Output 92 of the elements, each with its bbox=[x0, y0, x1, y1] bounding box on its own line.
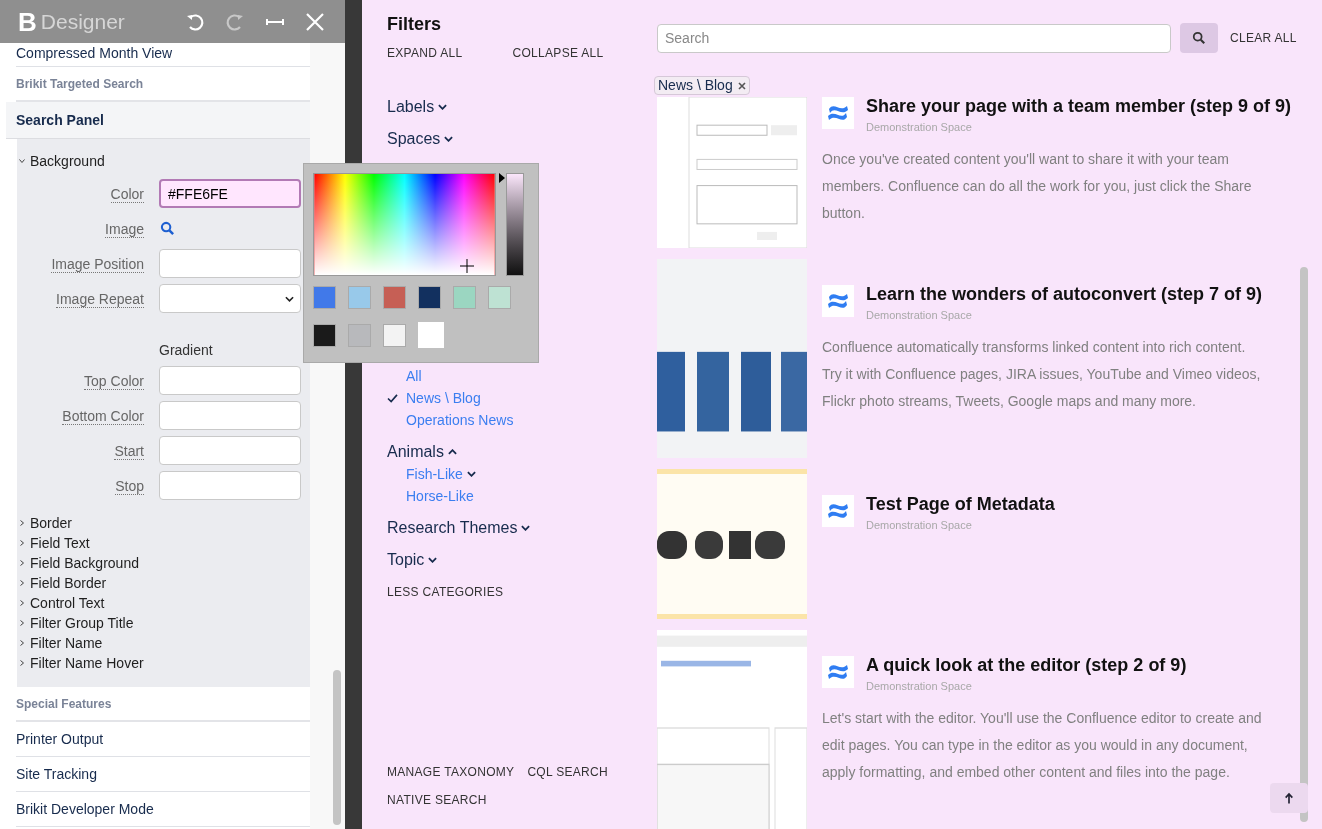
section-heading: Brikit Targeted Search bbox=[16, 75, 144, 93]
input-field[interactable] bbox=[159, 471, 301, 500]
group-toggle[interactable]: Border bbox=[30, 512, 73, 534]
field-label: Image bbox=[105, 220, 144, 238]
subheading: Gradient bbox=[159, 341, 213, 360]
field-label: Stop bbox=[115, 477, 144, 495]
color-field[interactable]: #FFE6FE bbox=[159, 179, 301, 208]
result-title[interactable]: Share your page with a team member (step 9 of 9) bbox=[866, 95, 1292, 117]
color-swatch[interactable] bbox=[453, 286, 476, 309]
footer-link[interactable]: MANAGE TAXONOMY bbox=[387, 763, 515, 781]
space-name: Demonstration Space bbox=[866, 679, 973, 694]
input-field[interactable] bbox=[159, 401, 301, 430]
chevron-down-icon bbox=[521, 525, 531, 531]
color-swatch[interactable] bbox=[383, 324, 406, 347]
field-label: Bottom Color bbox=[62, 407, 144, 425]
result-description: Once you've created content you'll want to share it with your team members. Confluence can do all the work for you, just click the Share button. bbox=[822, 149, 1253, 223]
arrow-up-icon bbox=[1284, 791, 1294, 805]
chevron-up-icon bbox=[447, 449, 457, 455]
logo: B bbox=[18, 8, 37, 35]
color-swatch[interactable] bbox=[418, 322, 444, 348]
group-toggle[interactable]: Control Text bbox=[30, 592, 105, 614]
group-toggle[interactable]: Background bbox=[30, 150, 105, 172]
caret-icon bbox=[285, 295, 294, 302]
input-field[interactable] bbox=[159, 436, 301, 465]
menu-item[interactable]: Printer Output bbox=[16, 728, 104, 750]
search-button[interactable] bbox=[1180, 23, 1218, 53]
search-icon[interactable] bbox=[160, 221, 175, 236]
remove-icon[interactable] bbox=[737, 81, 746, 90]
filter-group-title[interactable]: Topic bbox=[387, 549, 438, 571]
chevron-down-icon bbox=[428, 557, 438, 563]
result-description: Let's start with the editor. You'll use the Confluence editor to create and edit pages. You can type in the editor as you would in any document, apply formatting, and embed other content and files into the page. bbox=[822, 708, 1262, 782]
window-title: Designer bbox=[40, 8, 125, 35]
back-to-top-button[interactable] bbox=[1270, 783, 1308, 813]
space-icon bbox=[822, 97, 854, 129]
section-header[interactable]: Search Panel bbox=[6, 102, 310, 139]
color-gradient-field[interactable] bbox=[313, 173, 496, 276]
field-label: Top Color bbox=[84, 372, 144, 390]
result-description: Confluence automatically transforms linked content into rich content. Try it with Confluence pages, JIRA issues, YouTube and Vimeo videos, Flickr photo streams, Tweets, Google maps and many more. bbox=[822, 337, 1262, 411]
footer-link[interactable]: CQL SEARCH bbox=[527, 763, 608, 781]
color-swatch[interactable] bbox=[418, 286, 441, 309]
field-label: Image Repeat bbox=[56, 290, 144, 308]
clear-all-link[interactable]: CLEAR ALL bbox=[1230, 29, 1297, 47]
space-icon bbox=[822, 656, 854, 688]
space-name: Demonstration Space bbox=[866, 518, 973, 533]
color-swatch[interactable] bbox=[313, 286, 336, 309]
space-icon bbox=[822, 285, 854, 317]
scrollbar-thumb[interactable] bbox=[1300, 267, 1308, 822]
panel-title: Filters bbox=[387, 13, 443, 35]
tag-label: News \ Blog bbox=[658, 76, 733, 95]
color-swatch[interactable] bbox=[383, 286, 406, 309]
dropdown[interactable] bbox=[159, 284, 301, 313]
lightness-slider[interactable] bbox=[499, 173, 524, 276]
color-swatch[interactable] bbox=[348, 286, 371, 309]
group-toggle[interactable]: Field Text bbox=[30, 532, 90, 554]
menu-item[interactable]: Brikit Developer Mode bbox=[16, 798, 154, 820]
field-label: Color bbox=[110, 185, 144, 203]
space-name: Demonstration Space bbox=[866, 120, 973, 135]
group-toggle[interactable]: Filter Name bbox=[30, 632, 103, 654]
group-toggle[interactable]: Filter Group Title bbox=[30, 612, 134, 634]
action-link[interactable]: COLLAPSE ALL bbox=[512, 44, 604, 62]
crosshair-icon bbox=[460, 259, 474, 273]
result-title[interactable]: Test Page of Metadata bbox=[866, 493, 1055, 515]
color-swatch[interactable] bbox=[313, 324, 336, 347]
section-title: Search Panel bbox=[16, 110, 104, 130]
group-toggle[interactable]: Filter Name Hover bbox=[30, 652, 144, 674]
input-field[interactable] bbox=[159, 249, 301, 278]
field-label: Image Position bbox=[51, 255, 144, 273]
filter-group-title[interactable]: Research Themes bbox=[387, 517, 531, 539]
field-label: Start bbox=[114, 442, 144, 460]
section-heading: Special Features bbox=[16, 695, 112, 713]
less-categories-link[interactable]: LESS CATEGORIES bbox=[387, 583, 504, 601]
footer-link[interactable]: NATIVE SEARCH bbox=[387, 791, 487, 809]
filter-group-title[interactable]: Spaces bbox=[387, 128, 454, 150]
space-name: Demonstration Space bbox=[866, 308, 973, 323]
chevron-down-icon bbox=[438, 104, 448, 110]
group-toggle[interactable]: Field Border bbox=[30, 572, 107, 594]
chevron-down-icon bbox=[466, 471, 476, 477]
chevron-down-icon bbox=[444, 136, 454, 142]
input-field[interactable] bbox=[159, 366, 301, 395]
scrollbar-thumb[interactable] bbox=[333, 670, 341, 825]
filter-group-title[interactable]: Labels bbox=[387, 96, 448, 118]
color-swatch[interactable] bbox=[488, 286, 511, 309]
group-toggle[interactable]: Field Background bbox=[30, 552, 139, 574]
filter-group-title[interactable]: Animals bbox=[387, 441, 457, 463]
menu-item[interactable]: Compressed Month View bbox=[16, 43, 173, 64]
result-title[interactable]: Learn the wonders of autoconvert (step 7 of 9) bbox=[866, 283, 1263, 305]
search-field[interactable]: Search bbox=[657, 23, 1171, 53]
action-link[interactable]: EXPAND ALL bbox=[387, 44, 463, 62]
result-title[interactable]: A quick look at the editor (step 2 of 9) bbox=[866, 654, 1187, 676]
space-icon bbox=[822, 495, 854, 527]
search-icon bbox=[1192, 31, 1206, 45]
menu-item[interactable]: Site Tracking bbox=[16, 763, 97, 785]
